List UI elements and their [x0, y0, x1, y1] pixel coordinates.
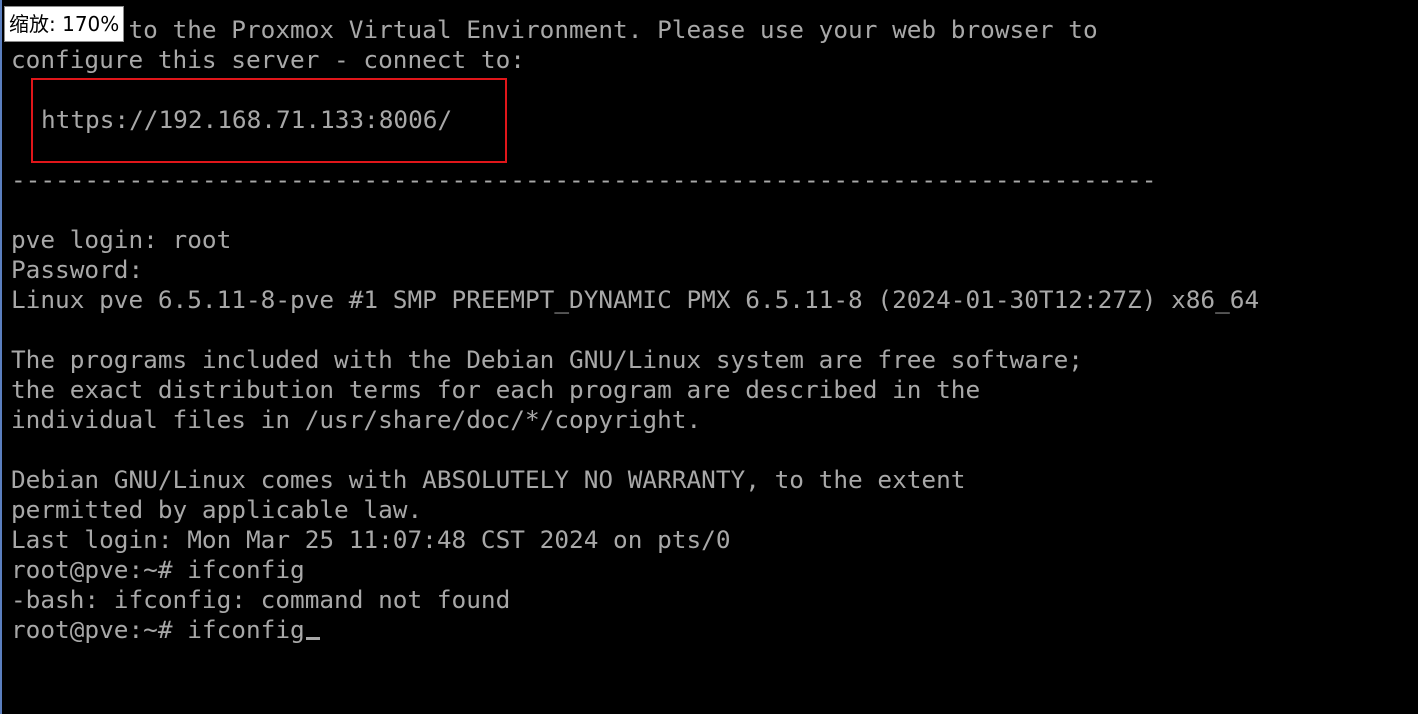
zoom-indicator: 缩放: 170%	[4, 6, 125, 42]
command-line-2: root@pve:~# ifconfig	[11, 615, 305, 644]
separator-line: ----------------------------------------…	[11, 165, 1157, 194]
notice-line-1: The programs included with the Debian GN…	[11, 345, 1083, 374]
password-prompt: Password:	[11, 255, 144, 284]
kernel-info: Linux pve 6.5.11-8-pve #1 SMP PREEMPT_DY…	[11, 285, 1260, 314]
command-input-line[interactable]: root@pve:~# ifconfig	[11, 615, 320, 645]
error-line-1: -bash: ifconfig: command not found	[11, 585, 511, 614]
cursor-icon	[305, 637, 320, 640]
terminal-console[interactable]: Welcome to the Proxmox Virtual Environme…	[0, 0, 1418, 714]
last-login: Last login: Mon Mar 25 11:07:48 CST 2024…	[11, 525, 731, 554]
login-prompt: pve login: root	[11, 225, 232, 254]
notice-line-3: individual files in /usr/share/doc/*/cop…	[11, 405, 702, 434]
banner-line-1: Welcome to the Proxmox Virtual Environme…	[11, 15, 1098, 44]
warranty-line-2: permitted by applicable law.	[11, 495, 423, 524]
banner-line-2: configure this server - connect to:	[11, 45, 525, 74]
web-ui-url: https://192.168.71.133:8006/	[41, 105, 453, 134]
command-line-1: root@pve:~# ifconfig	[11, 555, 305, 584]
notice-line-2: the exact distribution terms for each pr…	[11, 375, 981, 404]
warranty-line-1: Debian GNU/Linux comes with ABSOLUTELY N…	[11, 465, 966, 494]
